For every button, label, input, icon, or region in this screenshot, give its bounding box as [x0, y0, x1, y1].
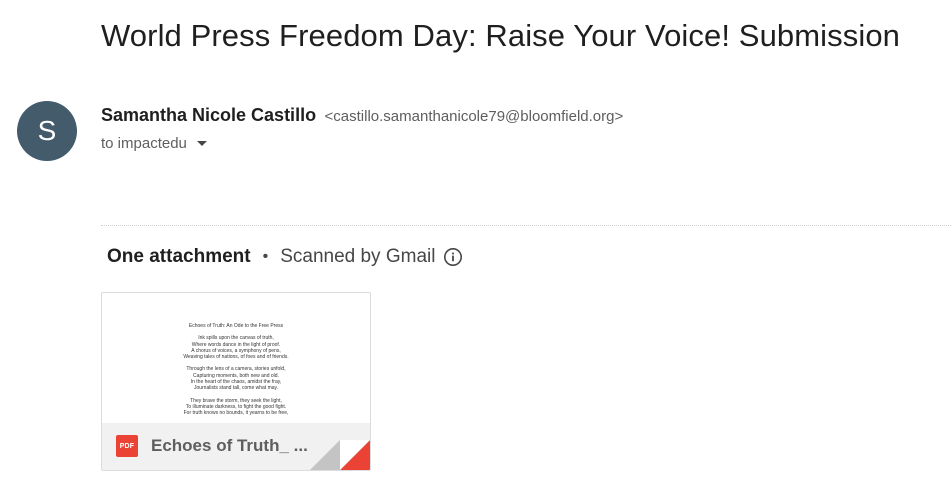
recipient-line: to impactedu — [101, 135, 207, 152]
separator-dot: • — [262, 248, 269, 265]
preview-title: Echoes of Truth: An Ode to the Free Pres… — [188, 323, 284, 329]
info-icon[interactable] — [443, 247, 463, 267]
scanned-label: Scanned by Gmail — [280, 246, 436, 267]
preview-stanza: They brave the storm, they seek the ligh… — [102, 398, 370, 417]
attachment-preview[interactable]: Echoes of Truth: An Ode to the Free Pres… — [102, 293, 370, 423]
sender-line: Samantha Nicole Castillo <castillo.saman… — [101, 105, 623, 126]
preview-stanza: Ink spills upon the canvas of truth, Whe… — [102, 335, 370, 360]
attachment-file-name[interactable]: Echoes of Truth_ ... — [151, 436, 308, 456]
sender-avatar[interactable]: S — [17, 101, 77, 161]
attachments-header: One attachment • Scanned by Gmail — [107, 246, 463, 268]
preview-stanza: Through the lens of a camera, stories un… — [102, 366, 370, 391]
pdf-icon: PDF — [116, 435, 138, 457]
recipient-text: to impactedu — [101, 135, 187, 152]
preview-line: Journalists stand tall, come what may. — [193, 385, 279, 392]
chevron-down-icon[interactable] — [196, 141, 207, 146]
preview-line: Weaving tales of nations, of foes and of… — [183, 354, 289, 361]
sender-email: <castillo.samanthanicole79@bloomfield.or… — [324, 108, 624, 125]
email-subject: World Press Freedom Day: Raise Your Voic… — [101, 18, 901, 53]
sender-name[interactable]: Samantha Nicole Castillo — [101, 105, 316, 125]
attachment-card[interactable]: Echoes of Truth: An Ode to the Free Pres… — [101, 292, 371, 471]
attachment-count: One attachment — [107, 246, 251, 267]
file-corner-fold-icon — [310, 440, 370, 470]
preview-line: For truth knows no bounds, it yearns to … — [183, 410, 289, 417]
divider — [101, 225, 951, 226]
